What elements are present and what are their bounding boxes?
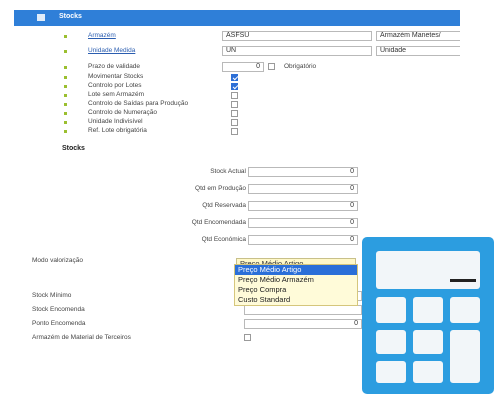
bullet-icon <box>64 121 67 124</box>
ref-lote-checkbox[interactable] <box>231 128 238 135</box>
minus-icon <box>450 279 476 282</box>
qtd-reservada-input: 0 <box>248 201 358 211</box>
stock-row-label: Qtd em Produção <box>195 185 246 192</box>
stock-row-label: Qtd Reservada <box>202 202 246 209</box>
bullet-icon <box>64 50 67 53</box>
armazem-link[interactable]: Armazém <box>88 32 116 39</box>
calculator-key <box>413 330 443 354</box>
controlo-saidas-checkbox[interactable] <box>231 101 238 108</box>
bullet-icon <box>64 66 67 69</box>
app-icon <box>37 14 45 21</box>
controlo-numeracao-checkbox[interactable] <box>231 110 238 117</box>
checkbox-label: Controlo de Saídas para Produção <box>88 100 189 107</box>
valorizacao-option[interactable]: Preço Compra <box>235 285 357 295</box>
bullet-icon <box>64 103 67 106</box>
valorizacao-option[interactable]: Custo Standard <box>235 295 357 305</box>
controlo-lotes-checkbox[interactable] <box>231 83 238 90</box>
calculator-screen <box>376 251 480 289</box>
valorizacao-options-list: Preço Médio Artigo Preço Médio Armazém P… <box>234 264 358 306</box>
bullet-icon <box>64 85 67 88</box>
stock-actual-input: 0 <box>248 167 358 177</box>
unidade-medida-input[interactable]: UN <box>222 46 372 56</box>
ponto-encomenda-label: Ponto Encomenda <box>32 320 86 327</box>
bullet-icon <box>64 130 67 133</box>
stock-row-label: Qtd Encomendada <box>191 219 246 226</box>
calculator-key <box>376 297 406 323</box>
calculator-key <box>413 297 443 323</box>
movimentar-stocks-checkbox[interactable] <box>231 74 238 81</box>
qtd-encomendada-input: 0 <box>248 218 358 228</box>
window-title: Stocks <box>59 13 82 20</box>
stock-encomenda-label: Stock Encomenda <box>32 306 85 313</box>
stock-encomenda-input[interactable] <box>244 305 362 315</box>
qtd-economica-input: 0 <box>248 235 358 245</box>
bullet-icon <box>64 35 67 38</box>
checkbox-label: Controlo por Lotes <box>88 82 142 89</box>
modo-valorizacao-label: Modo valorização <box>32 257 83 264</box>
obrigatorio-checkbox[interactable] <box>268 63 275 70</box>
checkbox-label: Lote sem Armazém <box>88 91 144 98</box>
armazem-terceiros-checkbox[interactable] <box>244 334 251 341</box>
stock-row-label: Stock Actual <box>210 168 246 175</box>
calculator-key <box>413 361 443 383</box>
calculator-key <box>376 330 406 354</box>
lote-sem-armazem-checkbox[interactable] <box>231 92 238 99</box>
obrigatorio-label: Obrigatório <box>284 63 317 70</box>
unidade-medida-description: Unidade <box>376 46 460 56</box>
calculator-key <box>376 361 406 383</box>
valorizacao-option[interactable]: Preço Médio Artigo <box>235 265 357 275</box>
checkbox-label: Movimentar Stocks <box>88 73 144 80</box>
prazo-validade-input[interactable]: 0 <box>222 62 264 72</box>
checkbox-label: Controlo de Numeração <box>88 109 158 116</box>
ponto-encomenda-input[interactable]: 0 <box>244 319 362 329</box>
window-titlebar: Stocks <box>14 10 460 26</box>
bullet-icon <box>64 94 67 97</box>
checkbox-label: Unidade Indivisível <box>88 118 143 125</box>
armazem-input[interactable]: ASFSU <box>222 31 372 41</box>
armazem-description: Armazém Manetes/ <box>376 31 460 41</box>
prazo-validade-label: Prazo de validade <box>88 63 141 70</box>
unidade-indivisivel-checkbox[interactable] <box>231 119 238 126</box>
valorizacao-option[interactable]: Preço Médio Armazém <box>235 275 357 285</box>
checkbox-label: Ref. Lote obrigatória <box>88 127 147 134</box>
bullet-icon <box>64 112 67 115</box>
unidade-medida-link[interactable]: Unidade Medida <box>88 47 135 54</box>
stock-minimo-label: Stock Mínimo <box>32 292 72 299</box>
stock-row-label: Qtd Económica <box>201 236 246 243</box>
armazem-terceiros-label: Armazém de Material de Terceiros <box>32 334 131 341</box>
calculator-key <box>450 330 480 383</box>
calculator-icon <box>362 237 494 394</box>
stocks-section-title: Stocks <box>62 145 85 152</box>
qtd-producao-input: 0 <box>248 184 358 194</box>
calculator-key <box>450 297 480 323</box>
bullet-icon <box>64 76 67 79</box>
